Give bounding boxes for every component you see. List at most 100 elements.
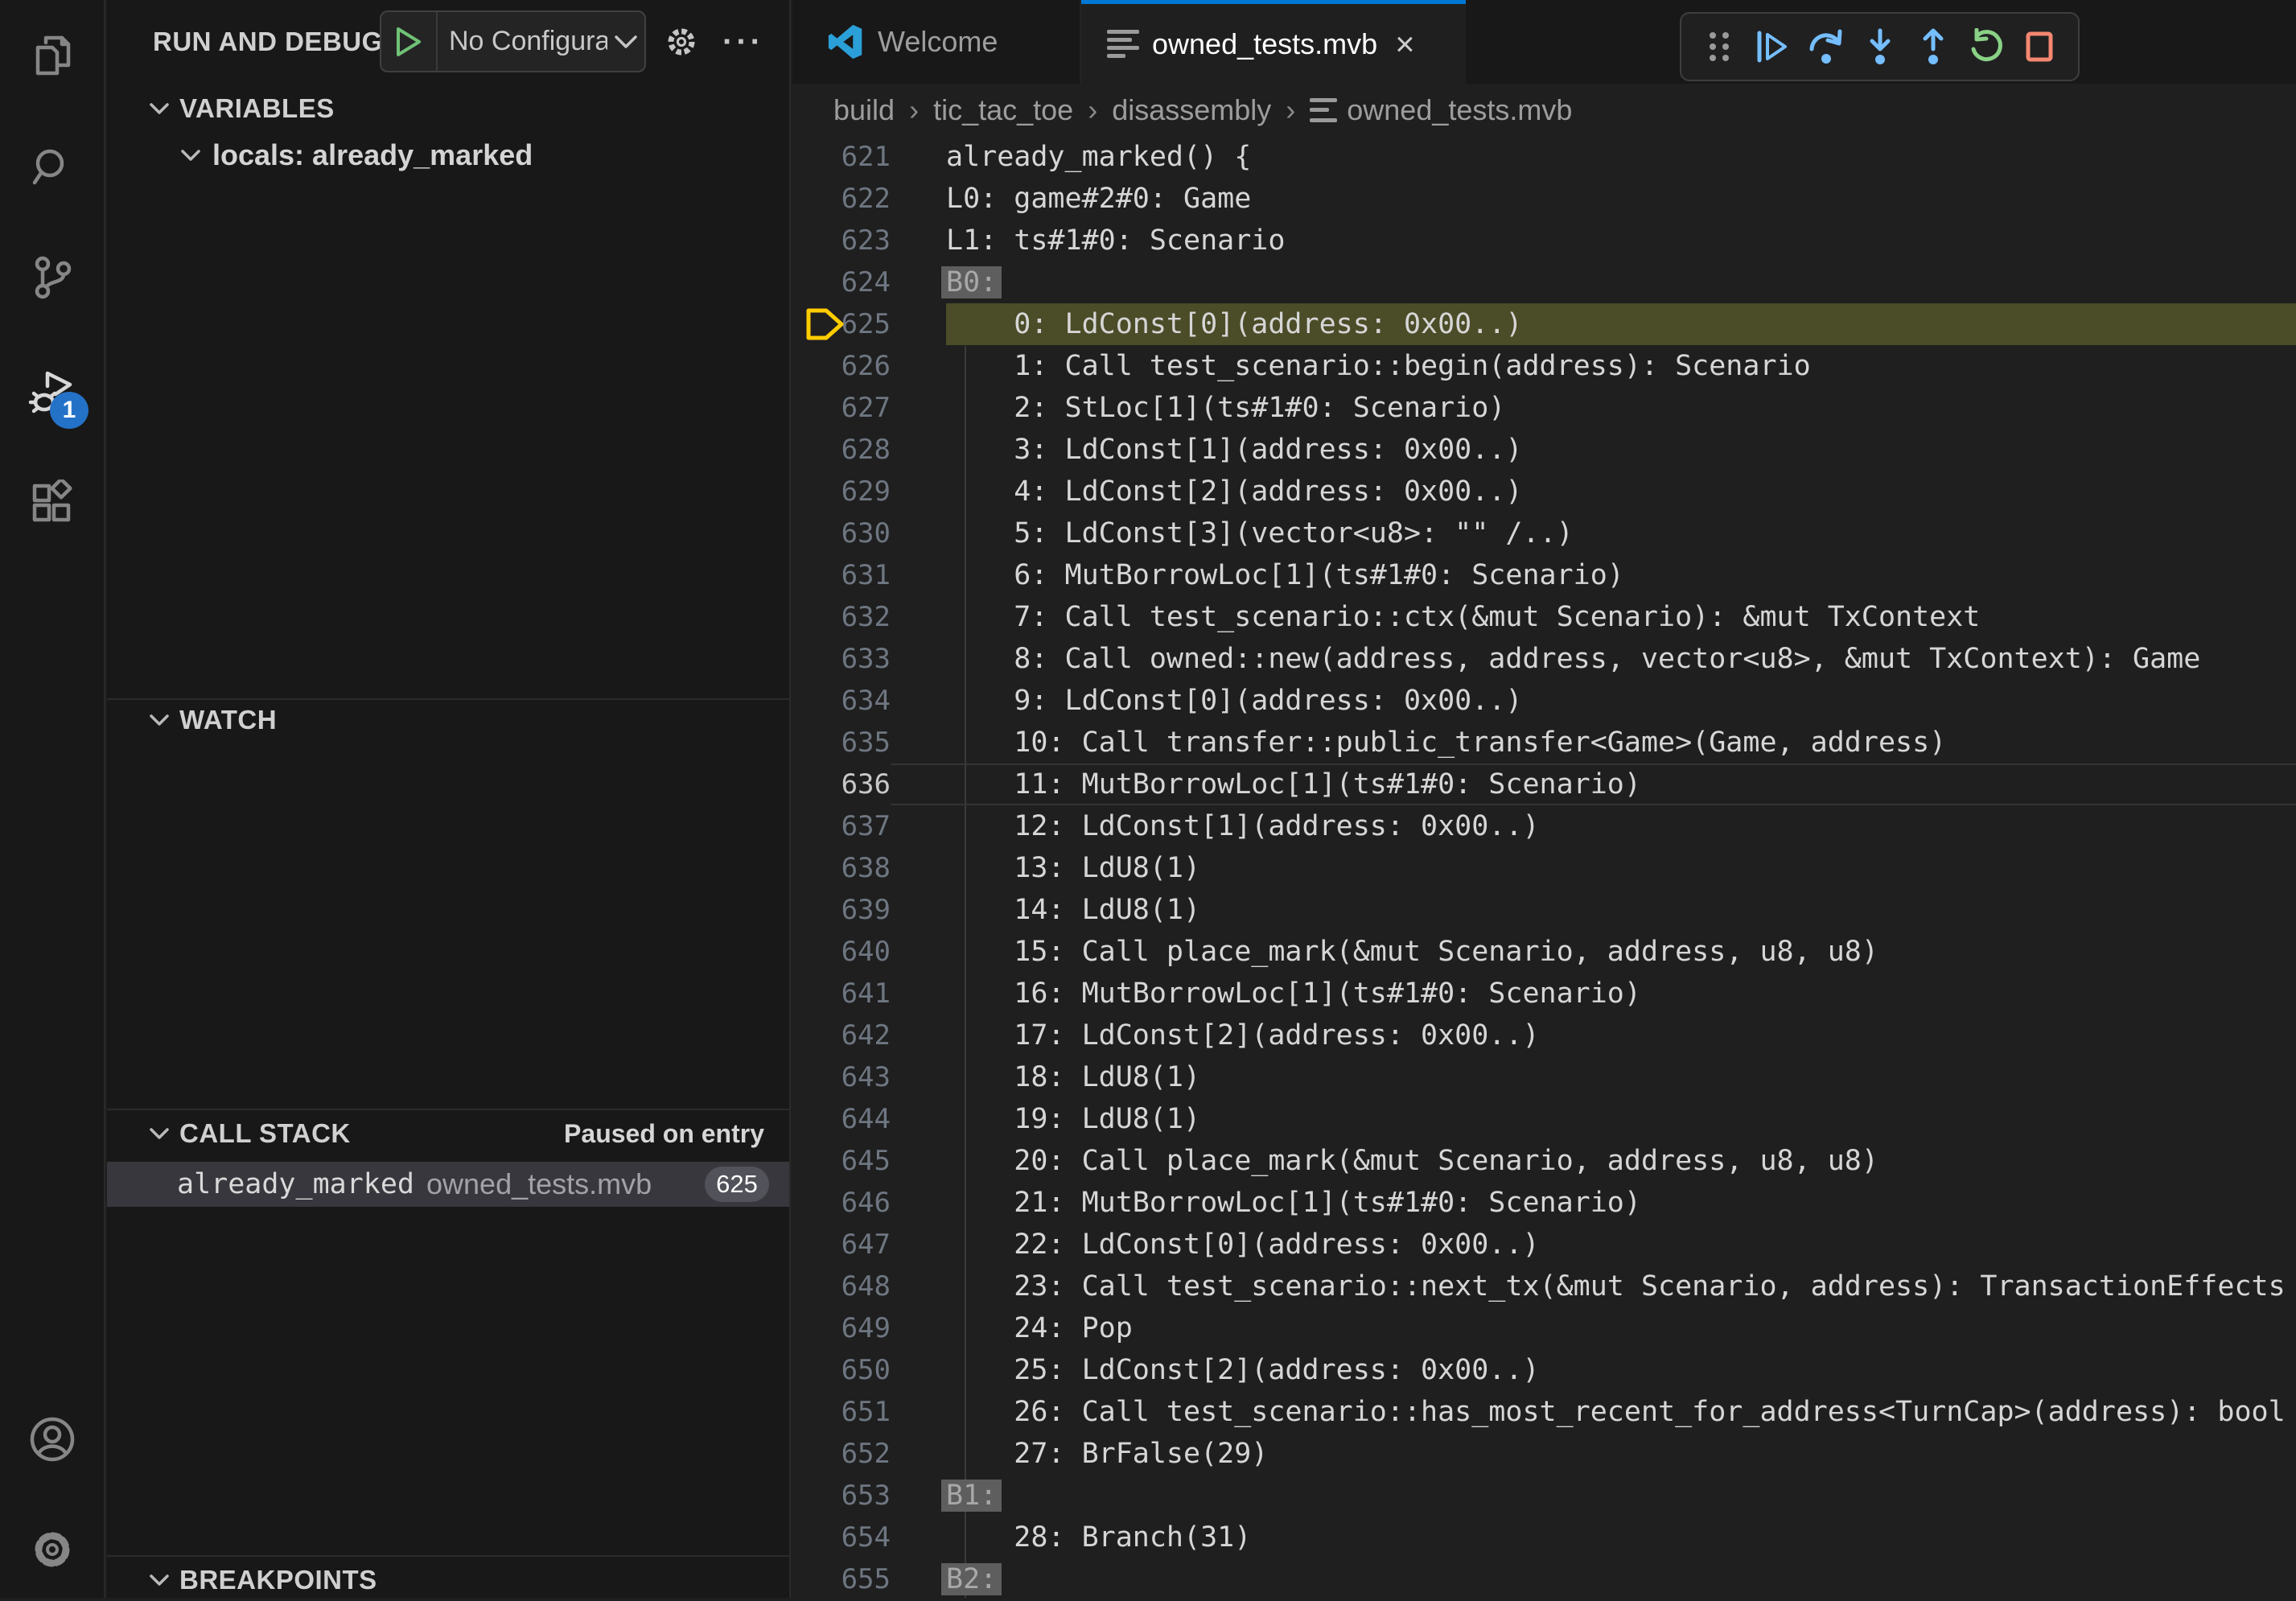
settings-gear-icon[interactable] bbox=[28, 1525, 76, 1574]
account-icon[interactable] bbox=[28, 1415, 76, 1463]
line-number[interactable]: 655 bbox=[792, 1563, 891, 1595]
code-line[interactable]: 640 15: Call place_mark(&mut Scenario, a… bbox=[792, 931, 2296, 973]
code-line[interactable]: 639 14: LdU8(1) bbox=[792, 889, 2296, 931]
tab-owned-tests[interactable]: owned_tests.mvb × bbox=[1081, 0, 1466, 84]
step-over-icon[interactable] bbox=[1802, 23, 1850, 71]
line-number[interactable]: 650 bbox=[792, 1354, 891, 1386]
locals-scope-row[interactable]: locals: already_marked bbox=[177, 138, 533, 172]
step-out-icon[interactable] bbox=[1909, 23, 1957, 71]
line-number[interactable]: 649 bbox=[792, 1312, 891, 1344]
code-line[interactable]: 648 23: Call test_scenario::next_tx(&mut… bbox=[792, 1266, 2296, 1307]
line-number[interactable]: 647 bbox=[792, 1229, 891, 1261]
code-line[interactable]: 652 27: BrFalse(29) bbox=[792, 1433, 2296, 1475]
continue-icon[interactable] bbox=[1748, 23, 1796, 71]
start-debug-icon[interactable] bbox=[381, 12, 438, 71]
code-line[interactable]: 644 19: LdU8(1) bbox=[792, 1098, 2296, 1140]
drag-handle-icon[interactable] bbox=[1695, 23, 1743, 71]
line-number[interactable]: 629 bbox=[792, 475, 891, 508]
call-stack-section-header[interactable]: CALL STACK Paused on entry bbox=[107, 1113, 789, 1154]
breadcrumb-item[interactable]: build bbox=[833, 93, 895, 127]
breakpoints-section-header[interactable]: BREAKPOINTS bbox=[107, 1559, 789, 1601]
code-line[interactable]: 623L1: ts#1#0: Scenario bbox=[792, 220, 2296, 261]
code-line[interactable]: 634 9: LdConst[0](address: 0x00..) bbox=[792, 680, 2296, 722]
code-line[interactable]: 637 12: LdConst[1](address: 0x00..) bbox=[792, 805, 2296, 847]
line-number[interactable]: 621 bbox=[792, 141, 891, 173]
line-number[interactable]: 626 bbox=[792, 350, 891, 382]
line-number[interactable]: 627 bbox=[792, 392, 891, 424]
code-line[interactable]: 641 16: MutBorrowLoc[1](ts#1#0: Scenario… bbox=[792, 973, 2296, 1015]
line-number[interactable]: 630 bbox=[792, 517, 891, 549]
debug-settings-gear-icon[interactable] bbox=[660, 0, 702, 84]
close-icon[interactable]: × bbox=[1395, 27, 1415, 61]
code-line[interactable]: 622L0: game#2#0: Game bbox=[792, 178, 2296, 220]
code-line-debug-stopped[interactable]: 625 0: LdConst[0](address: 0x00..) bbox=[792, 303, 2296, 345]
line-number[interactable]: 646 bbox=[792, 1187, 891, 1219]
line-number[interactable]: 641 bbox=[792, 977, 891, 1010]
line-number[interactable]: 635 bbox=[792, 726, 891, 759]
line-number[interactable]: 652 bbox=[792, 1438, 891, 1470]
breadcrumb-item[interactable]: owned_tests.mvb bbox=[1347, 93, 1572, 127]
breadcrumb-item[interactable]: tic_tac_toe bbox=[933, 93, 1073, 127]
line-number[interactable]: 623 bbox=[792, 224, 891, 257]
line-number[interactable]: 644 bbox=[792, 1103, 891, 1135]
variables-section-header[interactable]: VARIABLES bbox=[107, 88, 789, 130]
more-actions-icon[interactable]: ··· bbox=[720, 0, 767, 84]
call-stack-frame-row[interactable]: already_marked owned_tests.mvb 625 bbox=[107, 1162, 789, 1207]
search-icon[interactable] bbox=[28, 144, 76, 192]
code-line[interactable]: 627 2: StLoc[1](ts#1#0: Scenario) bbox=[792, 387, 2296, 429]
code-line[interactable]: 631 6: MutBorrowLoc[1](ts#1#0: Scenario) bbox=[792, 554, 2296, 596]
line-number[interactable]: 628 bbox=[792, 434, 891, 466]
code-line[interactable]: 624B0: bbox=[792, 261, 2296, 303]
line-number[interactable]: 640 bbox=[792, 936, 891, 968]
extensions-icon[interactable] bbox=[28, 479, 76, 528]
code-line[interactable]: 649 24: Pop bbox=[792, 1307, 2296, 1349]
breadcrumb-item[interactable]: disassembly bbox=[1112, 93, 1271, 127]
step-into-icon[interactable] bbox=[1856, 23, 1904, 71]
code-line[interactable]: 630 5: LdConst[3](vector<u8>: "" /..) bbox=[792, 512, 2296, 554]
line-number[interactable]: 639 bbox=[792, 894, 891, 926]
line-number[interactable]: 624 bbox=[792, 266, 891, 298]
line-number[interactable]: 622 bbox=[792, 183, 891, 215]
line-number[interactable]: 645 bbox=[792, 1145, 891, 1177]
code-line[interactable]: 653B1: bbox=[792, 1475, 2296, 1517]
code-line[interactable]: 621already_marked() { bbox=[792, 136, 2296, 178]
code-line[interactable]: 629 4: LdConst[2](address: 0x00..) bbox=[792, 471, 2296, 512]
line-number[interactable]: 643 bbox=[792, 1061, 891, 1093]
code-line[interactable]: 642 17: LdConst[2](address: 0x00..) bbox=[792, 1015, 2296, 1056]
code-line[interactable]: 647 22: LdConst[0](address: 0x00..) bbox=[792, 1224, 2296, 1266]
restart-icon[interactable] bbox=[1963, 23, 2011, 71]
source-control-icon[interactable] bbox=[28, 254, 76, 303]
code-line[interactable]: 633 8: Call owned::new(address, address,… bbox=[792, 638, 2296, 680]
code-line[interactable]: 651 26: Call test_scenario::has_most_rec… bbox=[792, 1391, 2296, 1433]
code-line[interactable]: 643 18: LdU8(1) bbox=[792, 1056, 2296, 1098]
launch-config-dropdown[interactable]: No Configura bbox=[380, 10, 646, 72]
line-number[interactable]: 634 bbox=[792, 685, 891, 717]
line-number[interactable]: 654 bbox=[792, 1521, 891, 1554]
watch-section-header[interactable]: WATCH bbox=[107, 699, 789, 741]
line-number[interactable]: 636 bbox=[792, 768, 891, 800]
stop-icon[interactable] bbox=[2016, 23, 2064, 71]
code-line[interactable]: 645 20: Call place_mark(&mut Scenario, a… bbox=[792, 1140, 2296, 1182]
explorer-icon[interactable] bbox=[28, 31, 76, 80]
line-number[interactable]: 642 bbox=[792, 1019, 891, 1052]
code-line[interactable]: 655B2: bbox=[792, 1558, 2296, 1598]
line-number[interactable]: 653 bbox=[792, 1480, 891, 1512]
tab-welcome[interactable]: Welcome bbox=[792, 0, 1081, 84]
code-line[interactable]: 636 11: MutBorrowLoc[1](ts#1#0: Scenario… bbox=[792, 763, 2296, 805]
code-line[interactable]: 654 28: Branch(31) bbox=[792, 1517, 2296, 1558]
code-line[interactable]: 632 7: Call test_scenario::ctx(&mut Scen… bbox=[792, 596, 2296, 638]
line-number[interactable]: 648 bbox=[792, 1270, 891, 1303]
line-number[interactable]: 638 bbox=[792, 852, 891, 884]
code-line[interactable]: 626 1: Call test_scenario::begin(address… bbox=[792, 345, 2296, 387]
code-viewport[interactable]: 621already_marked() {622L0: game#2#0: Ga… bbox=[792, 136, 2296, 1598]
line-number[interactable]: 633 bbox=[792, 643, 891, 675]
line-number[interactable]: 632 bbox=[792, 601, 891, 633]
code-line[interactable]: 628 3: LdConst[1](address: 0x00..) bbox=[792, 429, 2296, 471]
line-number[interactable]: 651 bbox=[792, 1396, 891, 1428]
line-number[interactable]: 631 bbox=[792, 559, 891, 591]
code-line[interactable]: 635 10: Call transfer::public_transfer<G… bbox=[792, 722, 2296, 763]
code-line[interactable]: 650 25: LdConst[2](address: 0x00..) bbox=[792, 1349, 2296, 1391]
line-number[interactable]: 637 bbox=[792, 810, 891, 842]
code-line[interactable]: 646 21: MutBorrowLoc[1](ts#1#0: Scenario… bbox=[792, 1182, 2296, 1224]
code-line[interactable]: 638 13: LdU8(1) bbox=[792, 847, 2296, 889]
